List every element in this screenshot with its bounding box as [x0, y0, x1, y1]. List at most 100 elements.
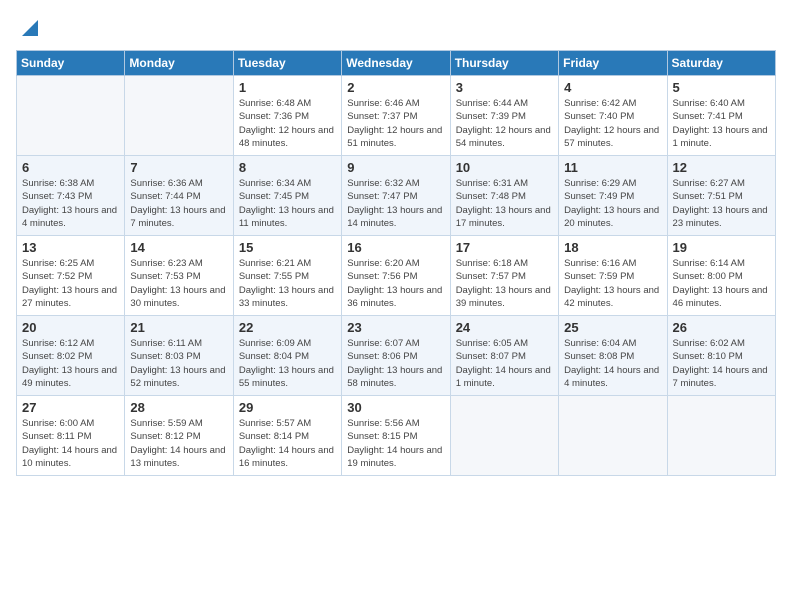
day-number: 30: [347, 400, 444, 415]
day-number: 14: [130, 240, 227, 255]
calendar-cell: 27 Sunrise: 6:00 AM Sunset: 8:11 PM Dayli…: [17, 396, 125, 476]
day-info: Sunrise: 6:05 AM Sunset: 8:07 PM Dayligh…: [456, 337, 553, 390]
calendar-week-3: 13 Sunrise: 6:25 AM Sunset: 7:52 PM Dayli…: [17, 236, 776, 316]
day-number: 3: [456, 80, 553, 95]
day-info: Sunrise: 6:42 AM Sunset: 7:40 PM Dayligh…: [564, 97, 661, 150]
day-number: 20: [22, 320, 119, 335]
day-info: Sunrise: 6:18 AM Sunset: 7:57 PM Dayligh…: [456, 257, 553, 310]
day-header-thursday: Thursday: [450, 51, 558, 76]
calendar-cell: 29 Sunrise: 5:57 AM Sunset: 8:14 PM Dayli…: [233, 396, 341, 476]
calendar-cell: 9 Sunrise: 6:32 AM Sunset: 7:47 PM Daylig…: [342, 156, 450, 236]
day-info: Sunrise: 6:48 AM Sunset: 7:36 PM Dayligh…: [239, 97, 336, 150]
day-number: 13: [22, 240, 119, 255]
day-header-tuesday: Tuesday: [233, 51, 341, 76]
calendar-cell: [559, 396, 667, 476]
day-number: 29: [239, 400, 336, 415]
day-number: 23: [347, 320, 444, 335]
day-info: Sunrise: 6:21 AM Sunset: 7:55 PM Dayligh…: [239, 257, 336, 310]
calendar-cell: 10 Sunrise: 6:31 AM Sunset: 7:48 PM Dayli…: [450, 156, 558, 236]
day-info: Sunrise: 5:57 AM Sunset: 8:14 PM Dayligh…: [239, 417, 336, 470]
day-info: Sunrise: 6:46 AM Sunset: 7:37 PM Dayligh…: [347, 97, 444, 150]
calendar-cell: 18 Sunrise: 6:16 AM Sunset: 7:59 PM Dayli…: [559, 236, 667, 316]
day-number: 9: [347, 160, 444, 175]
day-info: Sunrise: 6:00 AM Sunset: 8:11 PM Dayligh…: [22, 417, 119, 470]
calendar-cell: [667, 396, 775, 476]
day-number: 16: [347, 240, 444, 255]
calendar-cell: 8Sunrise: 6:34 AM Sunset: 7:45 PM Daylig…: [233, 156, 341, 236]
calendar-cell: 1 Sunrise: 6:48 AM Sunset: 7:36 PM Daylig…: [233, 76, 341, 156]
day-header-saturday: Saturday: [667, 51, 775, 76]
day-info: Sunrise: 6:31 AM Sunset: 7:48 PM Dayligh…: [456, 177, 553, 230]
calendar-header-row: SundayMondayTuesdayWednesdayThursdayFrid…: [17, 51, 776, 76]
day-info: Sunrise: 6:20 AM Sunset: 7:56 PM Dayligh…: [347, 257, 444, 310]
day-number: 11: [564, 160, 661, 175]
day-info: Sunrise: 6:14 AM Sunset: 8:00 PM Dayligh…: [673, 257, 770, 310]
calendar-cell: 15 Sunrise: 6:21 AM Sunset: 7:55 PM Dayli…: [233, 236, 341, 316]
day-number: 4: [564, 80, 661, 95]
day-number: 15: [239, 240, 336, 255]
calendar-table: SundayMondayTuesdayWednesdayThursdayFrid…: [16, 50, 776, 476]
calendar-cell: 22 Sunrise: 6:09 AM Sunset: 8:04 PM Dayli…: [233, 316, 341, 396]
calendar-cell: [125, 76, 233, 156]
day-number: 6: [22, 160, 119, 175]
calendar-cell: 20 Sunrise: 6:12 AM Sunset: 8:02 PM Dayli…: [17, 316, 125, 396]
calendar-cell: 17Sunrise: 6:18 AM Sunset: 7:57 PM Dayli…: [450, 236, 558, 316]
calendar-cell: 23 Sunrise: 6:07 AM Sunset: 8:06 PM Dayli…: [342, 316, 450, 396]
day-info: Sunrise: 6:32 AM Sunset: 7:47 PM Dayligh…: [347, 177, 444, 230]
calendar-cell: 6 Sunrise: 6:38 AM Sunset: 7:43 PM Daylig…: [17, 156, 125, 236]
page-header: [16, 16, 776, 40]
day-number: 8: [239, 160, 336, 175]
day-info: Sunrise: 6:38 AM Sunset: 7:43 PM Dayligh…: [22, 177, 119, 230]
day-number: 1: [239, 80, 336, 95]
day-info: Sunrise: 5:56 AM Sunset: 8:15 PM Dayligh…: [347, 417, 444, 470]
calendar-week-2: 6 Sunrise: 6:38 AM Sunset: 7:43 PM Daylig…: [17, 156, 776, 236]
day-number: 7: [130, 160, 227, 175]
day-number: 24: [456, 320, 553, 335]
day-info: Sunrise: 6:04 AM Sunset: 8:08 PM Dayligh…: [564, 337, 661, 390]
calendar-cell: 11Sunrise: 6:29 AM Sunset: 7:49 PM Dayli…: [559, 156, 667, 236]
calendar-cell: 12Sunrise: 6:27 AM Sunset: 7:51 PM Dayli…: [667, 156, 775, 236]
day-number: 18: [564, 240, 661, 255]
day-info: Sunrise: 6:12 AM Sunset: 8:02 PM Dayligh…: [22, 337, 119, 390]
calendar-week-1: 1 Sunrise: 6:48 AM Sunset: 7:36 PM Daylig…: [17, 76, 776, 156]
day-header-sunday: Sunday: [17, 51, 125, 76]
calendar-cell: [17, 76, 125, 156]
day-info: Sunrise: 6:44 AM Sunset: 7:39 PM Dayligh…: [456, 97, 553, 150]
calendar-cell: [450, 396, 558, 476]
calendar-cell: 19 Sunrise: 6:14 AM Sunset: 8:00 PM Dayli…: [667, 236, 775, 316]
day-info: Sunrise: 6:25 AM Sunset: 7:52 PM Dayligh…: [22, 257, 119, 310]
day-number: 27: [22, 400, 119, 415]
calendar-cell: 13 Sunrise: 6:25 AM Sunset: 7:52 PM Dayli…: [17, 236, 125, 316]
day-number: 10: [456, 160, 553, 175]
day-number: 22: [239, 320, 336, 335]
day-number: 5: [673, 80, 770, 95]
day-number: 25: [564, 320, 661, 335]
calendar-week-5: 27 Sunrise: 6:00 AM Sunset: 8:11 PM Dayli…: [17, 396, 776, 476]
day-info: Sunrise: 6:40 AM Sunset: 7:41 PM Dayligh…: [673, 97, 770, 150]
calendar-cell: 26 Sunrise: 6:02 AM Sunset: 8:10 PM Dayli…: [667, 316, 775, 396]
calendar-week-4: 20 Sunrise: 6:12 AM Sunset: 8:02 PM Dayli…: [17, 316, 776, 396]
day-info: Sunrise: 6:07 AM Sunset: 8:06 PM Dayligh…: [347, 337, 444, 390]
day-info: Sunrise: 6:02 AM Sunset: 8:10 PM Dayligh…: [673, 337, 770, 390]
day-header-friday: Friday: [559, 51, 667, 76]
calendar-cell: 28 Sunrise: 5:59 AM Sunset: 8:12 PM Dayli…: [125, 396, 233, 476]
day-header-wednesday: Wednesday: [342, 51, 450, 76]
calendar-cell: 7Sunrise: 6:36 AM Sunset: 7:44 PM Daylig…: [125, 156, 233, 236]
calendar-cell: 24 Sunrise: 6:05 AM Sunset: 8:07 PM Dayli…: [450, 316, 558, 396]
calendar-cell: 4 Sunrise: 6:42 AM Sunset: 7:40 PM Daylig…: [559, 76, 667, 156]
day-info: Sunrise: 6:16 AM Sunset: 7:59 PM Dayligh…: [564, 257, 661, 310]
day-info: Sunrise: 6:23 AM Sunset: 7:53 PM Dayligh…: [130, 257, 227, 310]
day-number: 19: [673, 240, 770, 255]
calendar-cell: 2Sunrise: 6:46 AM Sunset: 7:37 PM Daylig…: [342, 76, 450, 156]
logo: [16, 16, 42, 40]
day-number: 28: [130, 400, 227, 415]
calendar-cell: 14 Sunrise: 6:23 AM Sunset: 7:53 PM Dayli…: [125, 236, 233, 316]
day-number: 21: [130, 320, 227, 335]
day-number: 26: [673, 320, 770, 335]
calendar-cell: 3 Sunrise: 6:44 AM Sunset: 7:39 PM Daylig…: [450, 76, 558, 156]
day-info: Sunrise: 6:11 AM Sunset: 8:03 PM Dayligh…: [130, 337, 227, 390]
day-info: Sunrise: 6:09 AM Sunset: 8:04 PM Dayligh…: [239, 337, 336, 390]
logo-icon: [18, 16, 42, 40]
day-info: Sunrise: 5:59 AM Sunset: 8:12 PM Dayligh…: [130, 417, 227, 470]
calendar-cell: 30 Sunrise: 5:56 AM Sunset: 8:15 PM Dayli…: [342, 396, 450, 476]
